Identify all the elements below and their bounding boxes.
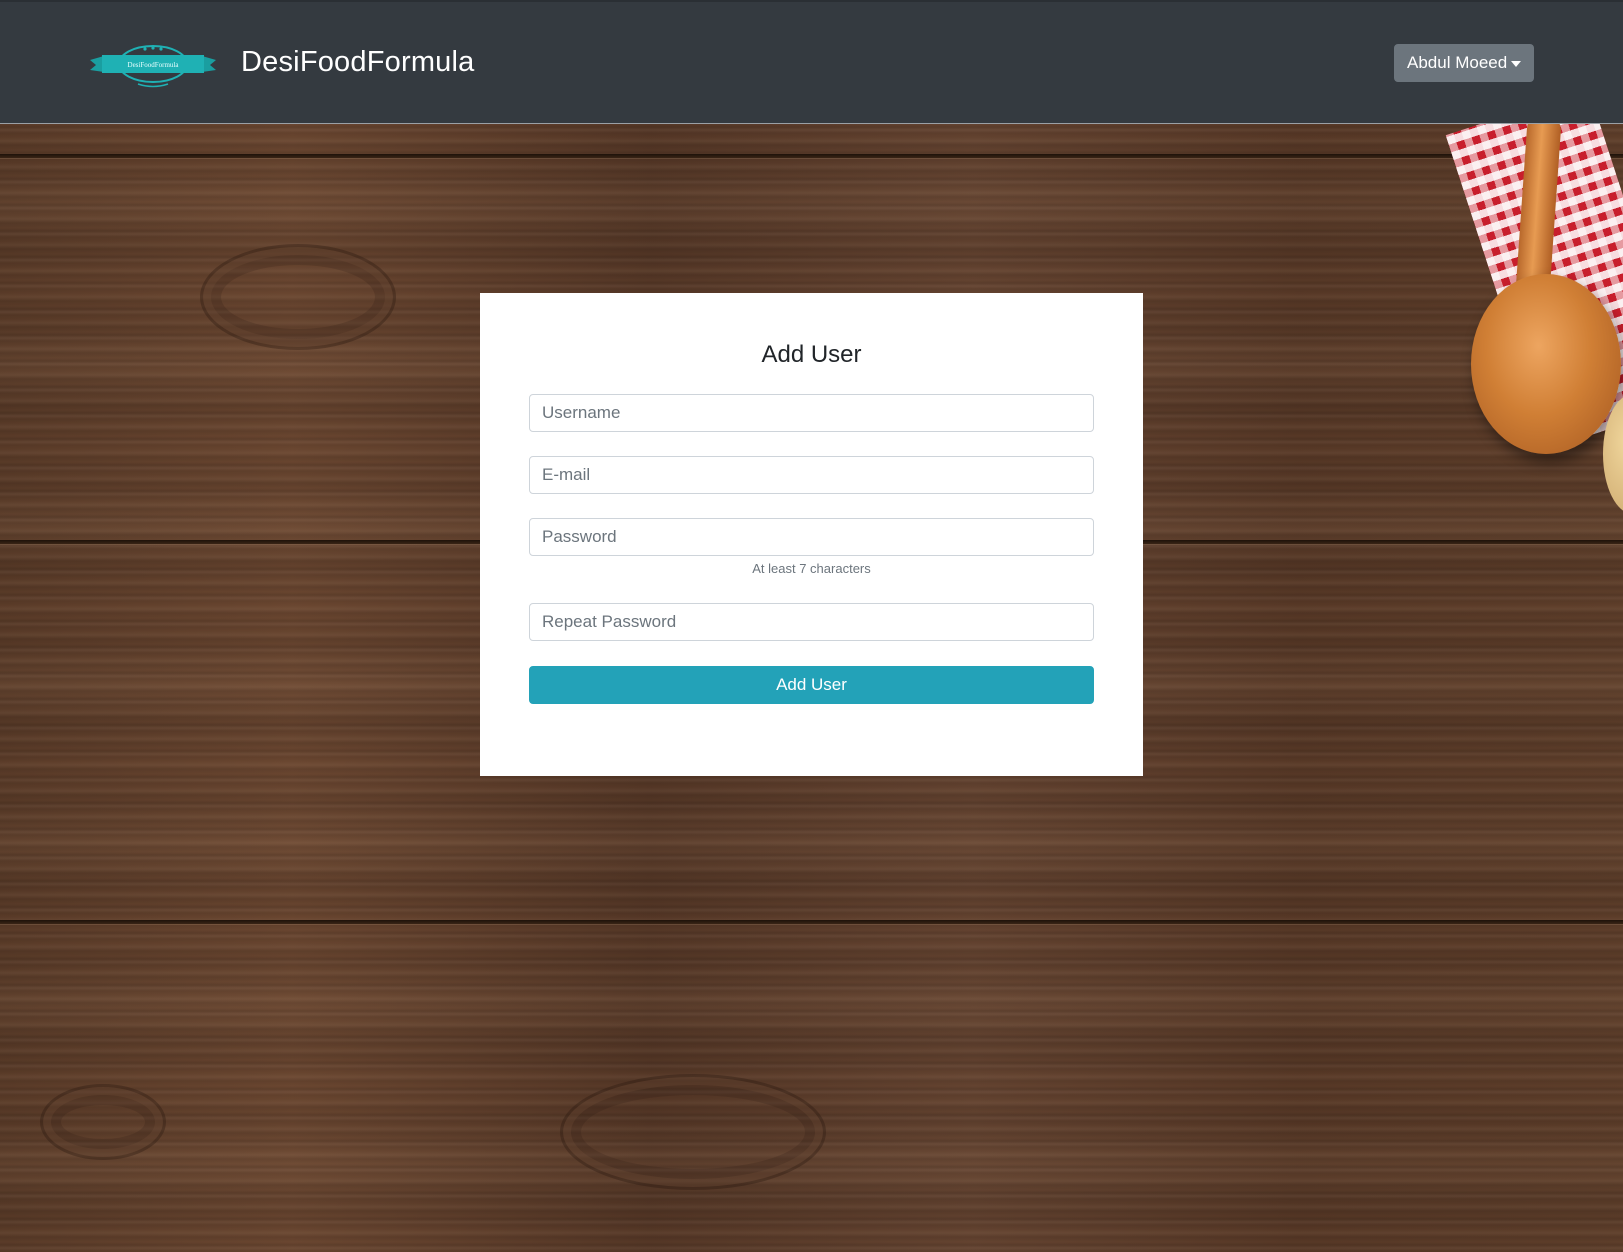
user-menu-label: Abdul Moeed — [1407, 53, 1508, 72]
plank-seam — [0, 154, 1623, 158]
user-menu-button[interactable]: Abdul Moeed — [1394, 44, 1534, 82]
wood-knot — [560, 1074, 826, 1190]
repeat-password-input[interactable] — [529, 603, 1094, 641]
navbar: DesiFoodFormula DesiFoodFormula Abdul Mo… — [0, 0, 1623, 124]
email-input[interactable] — [529, 456, 1094, 494]
username-input[interactable] — [529, 394, 1094, 432]
password-help-text: At least 7 characters — [752, 561, 871, 576]
dropdown-caret-icon — [1511, 61, 1521, 67]
add-user-card: Add User At least 7 characters Add User — [480, 293, 1143, 776]
password-input[interactable] — [529, 518, 1094, 556]
logo-text: DesiFoodFormula — [128, 61, 180, 69]
wood-knot — [40, 1084, 166, 1160]
logo-banner-icon[interactable]: DesiFoodFormula — [90, 42, 216, 88]
plank-seam — [0, 920, 1623, 924]
add-user-button[interactable]: Add User — [529, 666, 1094, 704]
form-title: Add User — [761, 341, 862, 368]
wood-knot — [200, 244, 396, 350]
brand-title[interactable]: DesiFoodFormula — [241, 44, 474, 80]
wooden-spoon-bowl — [1471, 274, 1621, 454]
